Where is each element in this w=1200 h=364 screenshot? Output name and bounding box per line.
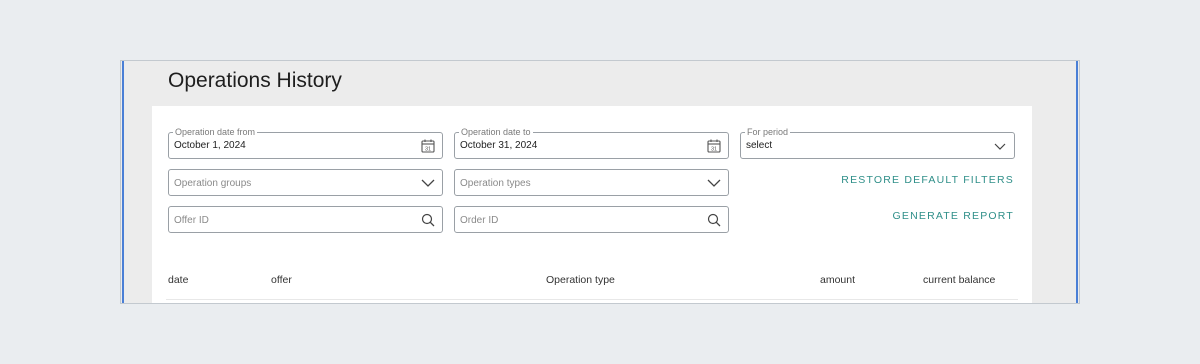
operations-history-window: Operations History Operation date from O… xyxy=(120,60,1080,304)
chevron-down-icon[interactable] xyxy=(706,175,722,191)
column-header-offer[interactable]: offer xyxy=(271,274,292,286)
period-value: select xyxy=(746,140,773,151)
calendar-icon[interactable]: 31 xyxy=(420,138,436,154)
generate-report-button[interactable]: GENERATE REPORT xyxy=(893,210,1014,222)
svg-text:31: 31 xyxy=(425,147,431,153)
chevron-down-icon[interactable] xyxy=(420,175,436,191)
date-from-value: October 1, 2024 xyxy=(174,140,246,151)
period-legend: For period xyxy=(745,126,791,138)
chevron-down-icon[interactable] xyxy=(992,138,1008,154)
date-from-field[interactable]: Operation date from October 1, 2024 31 xyxy=(168,126,443,159)
restore-default-filters-button[interactable]: RESTORE DEFAULT FILTERS xyxy=(841,174,1014,186)
table-header-divider xyxy=(166,299,1018,300)
offer-id-placeholder: Offer ID xyxy=(174,215,209,226)
svg-text:31: 31 xyxy=(711,147,717,153)
column-header-current-balance[interactable]: current balance xyxy=(923,274,995,286)
calendar-icon[interactable]: 31 xyxy=(706,138,722,154)
date-to-value: October 31, 2024 xyxy=(460,140,538,151)
filters-panel: Operation date from October 1, 2024 31 O… xyxy=(152,106,1032,303)
operation-types-select[interactable]: Operation types xyxy=(454,169,729,196)
period-select[interactable]: For period select xyxy=(740,126,1015,159)
page-title: Operations History xyxy=(168,69,342,92)
order-id-input[interactable]: Order ID xyxy=(454,206,729,233)
search-icon[interactable] xyxy=(706,212,722,228)
date-from-legend: Operation date from xyxy=(173,126,258,138)
search-icon[interactable] xyxy=(420,212,436,228)
date-to-field[interactable]: Operation date to October 31, 2024 31 xyxy=(454,126,729,159)
operation-groups-select[interactable]: Operation groups xyxy=(168,169,443,196)
order-id-placeholder: Order ID xyxy=(460,215,499,226)
column-header-date[interactable]: date xyxy=(168,274,188,286)
operation-groups-placeholder: Operation groups xyxy=(174,178,252,189)
date-to-legend: Operation date to xyxy=(459,126,533,138)
offer-id-input[interactable]: Offer ID xyxy=(168,206,443,233)
column-header-operation-type[interactable]: Operation type xyxy=(546,274,615,286)
operation-types-placeholder: Operation types xyxy=(460,178,531,189)
column-header-amount[interactable]: amount xyxy=(820,274,855,286)
